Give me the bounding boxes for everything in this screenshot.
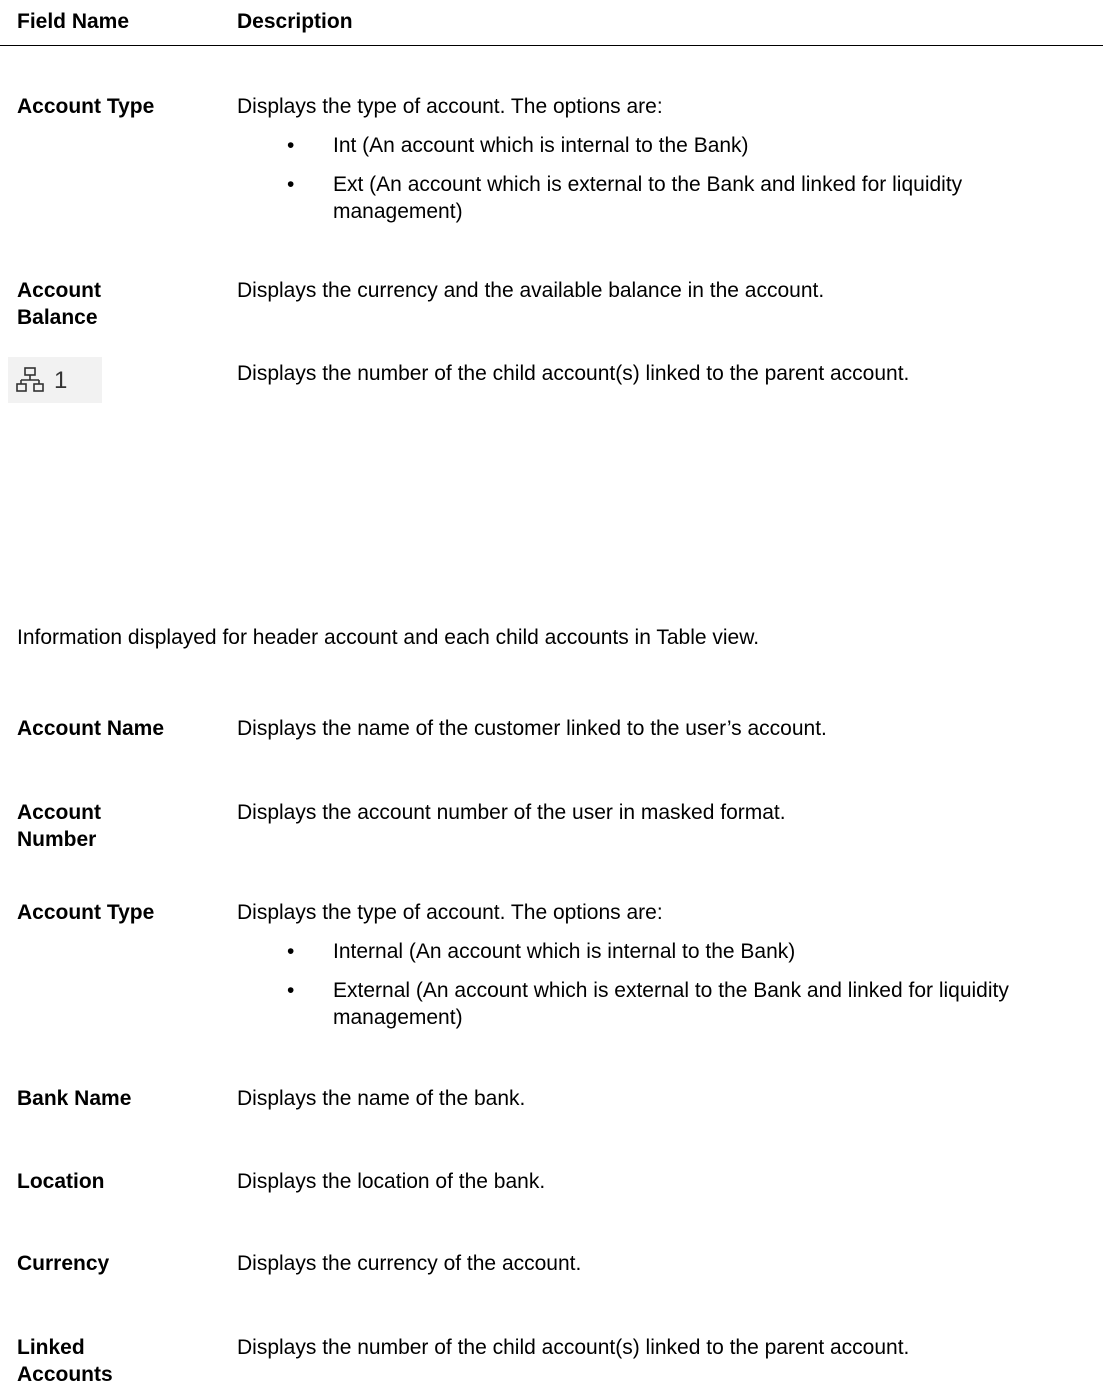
list-item: • External (An account which is external … [237,977,1103,1031]
field-name: Location [17,1170,105,1193]
field-name-heading: Field Name [17,10,130,33]
field-description: Displays the type of account. The option… [237,899,1103,1031]
list-item: • Internal (An account which is internal … [237,938,1103,965]
table-header: Field Name Description [0,0,1103,46]
field-name: Currency [17,1252,110,1275]
description-text: Displays the type of account. The option… [237,95,663,118]
field-description: Displays the currency of the account. [237,1252,582,1275]
field-description: Displays the name of the customer linked… [237,717,827,740]
field-name: Linked Accounts [17,1336,113,1386]
hierarchy-icon [16,367,44,392]
bullet-icon: • [287,940,295,963]
field-description: Displays the account number of the user … [237,801,786,824]
field-name: Account Balance [17,279,101,329]
field-description: Displays the number of the child account… [237,1336,910,1359]
table-view-note: Information displayed for header account… [17,626,760,649]
field-name: Account Number [17,801,101,851]
bullet-icon: • [287,979,295,1002]
option-text: Int (An account which is internal to the… [333,134,749,157]
field-description: Displays the number of the child account… [237,362,910,385]
bullet-icon: • [287,134,295,157]
bullet-icon: • [287,173,295,196]
field-name: Account Type [17,901,155,924]
field-description: Displays the type of account. The option… [237,93,1103,225]
field-description: Displays the currency and the available … [237,279,825,302]
field-name: Account Name [17,717,165,740]
field-name: Bank Name [17,1087,132,1110]
options-list: • Int (An account which is internal to th… [237,132,1103,225]
description-text: Displays the type of account. The option… [237,901,663,924]
field-description: Displays the location of the bank. [237,1170,546,1193]
linked-count-badge: 1 [8,357,102,403]
option-text: Internal (An account which is internal t… [333,940,796,963]
option-text: External (An account which is external t… [333,979,1009,1029]
description-heading: Description [237,10,353,33]
field-name: Account Type [17,95,155,118]
list-item: • Int (An account which is internal to th… [237,132,1103,159]
field-description: Displays the name of the bank. [237,1087,526,1110]
list-item: • Ext (An account which is external to th… [237,171,1103,225]
linked-count: 1 [54,366,68,394]
option-text: Ext (An account which is external to the… [333,173,963,223]
options-list: • Internal (An account which is internal … [237,938,1103,1031]
